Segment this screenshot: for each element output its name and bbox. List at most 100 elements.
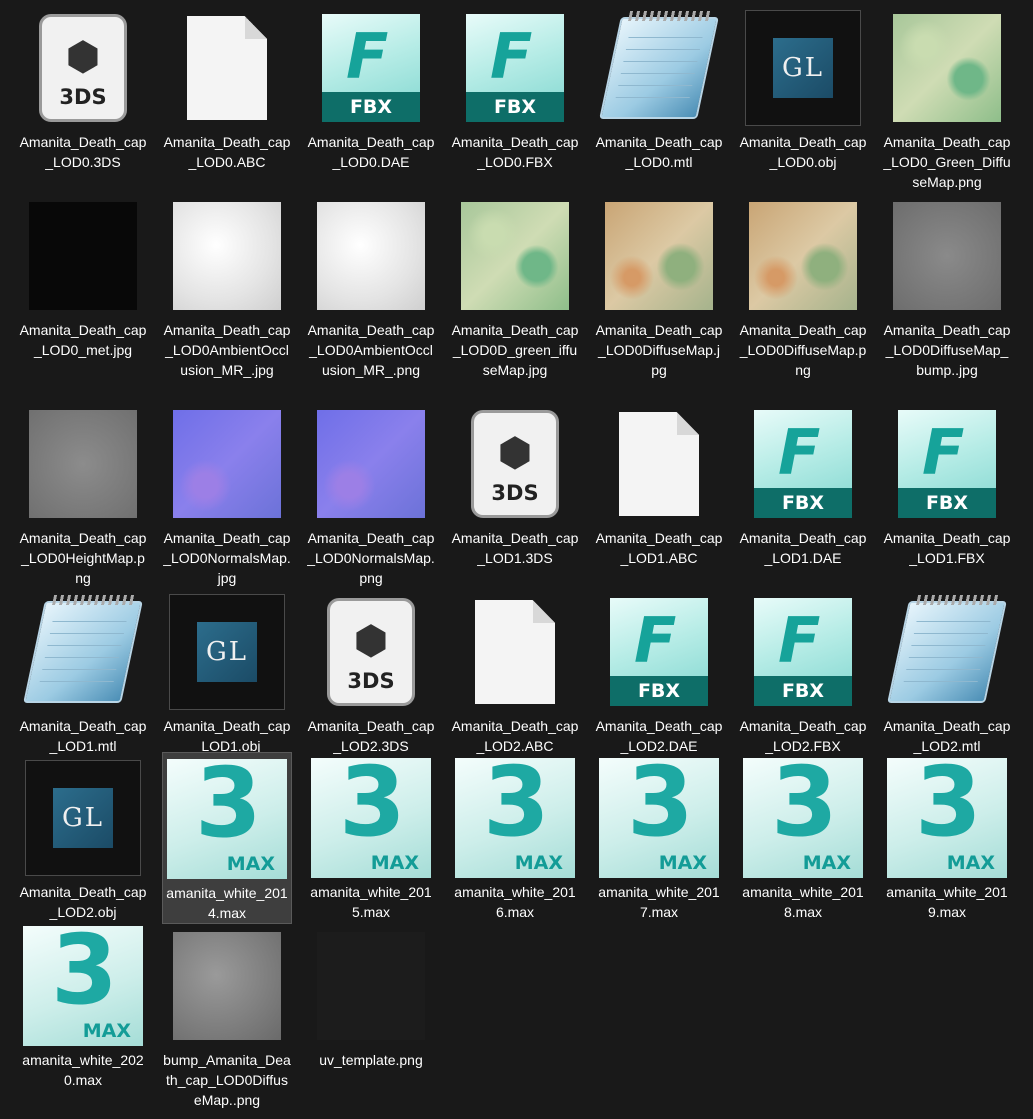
file-name: Amanita_Death_cap_LOD0_Green_DiffuseMap.… [883,134,1011,190]
file-name: amanita_white_2017.max [598,884,720,920]
fbx-icon-text: FBX [466,92,564,122]
file-item[interactable]: Amanita_Death_cap_LOD0NormalsMap.jpg [162,398,292,588]
file-item[interactable]: uv_template.png [306,920,436,1070]
file-name: Amanita_Death_cap_LOD0.obj [739,134,867,170]
file-item[interactable]: bump_Amanita_Death_cap_LOD0DiffuseMap..p… [162,920,292,1110]
file-item[interactable]: 3 MAX amanita_white_2020.max [18,920,148,1090]
file-thumbnail [887,8,1007,128]
file-item[interactable]: GL Amanita_Death_cap_LOD0.obj [738,2,868,172]
texture-thumbnail [317,202,425,310]
file-name: amanita_white_2016.max [454,884,576,920]
file-thumbnail: 3 MAX [455,758,575,878]
3dsmax-icon: 3 MAX [167,759,287,879]
file-item[interactable]: Amanita_Death_cap_LOD0.ABC [162,2,292,172]
file-thumbnail: ⬢ 3DS [311,592,431,712]
file-item[interactable]: Amanita_Death_cap_LOD0DiffuseMap.png [738,190,868,380]
file-name: Amanita_Death_cap_LOD0DiffuseMap.jpg [595,322,723,378]
file-item[interactable]: Amanita_Death_cap_LOD0HeightMap.png [18,398,148,588]
file-name: Amanita_Death_cap_LOD0NormalsMap.png [307,530,435,586]
file-thumbnail: GL [23,758,143,878]
file-item[interactable]: Amanita_Death_cap_LOD0AmbientOcclusion_M… [306,190,436,380]
file-item[interactable]: F FBX Amanita_Death_cap_LOD1.FBX [882,398,1012,568]
file-thumbnail [311,926,431,1046]
file-name: Amanita_Death_cap_LOD0.mtl [595,134,723,170]
fbx-icon: F FBX [754,410,852,518]
file-item[interactable]: 3 MAX amanita_white_2016.max [450,752,580,922]
3dsmax-icon: 3 MAX [23,926,143,1046]
texture-thumbnail [29,410,137,518]
max-icon-text: MAX [226,853,275,875]
file-name: Amanita_Death_cap_LOD2.obj [19,884,147,920]
notepad-icon [23,601,143,703]
file-item[interactable]: 3 MAX amanita_white_2017.max [594,752,724,922]
file-item[interactable]: Amanita_Death_cap_LOD0.mtl [594,2,724,172]
file-item[interactable]: GL Amanita_Death_cap_LOD1.obj [162,586,292,756]
file-thumbnail [599,404,719,524]
opengl-icon-text: GL [53,788,113,848]
file-item[interactable]: Amanita_Death_cap_LOD2.ABC [450,586,580,756]
file-item[interactable]: F FBX Amanita_Death_cap_LOD0.DAE [306,2,436,172]
file-thumbnail [311,196,431,316]
3dsmax-icon: 3 MAX [311,758,431,878]
texture-thumbnail [749,202,857,310]
file-item[interactable]: ⬢ 3DS Amanita_Death_cap_LOD1.3DS [450,398,580,568]
file-thumbnail [743,196,863,316]
file-item[interactable]: F FBX Amanita_Death_cap_LOD0.FBX [450,2,580,172]
file-thumbnail [167,196,287,316]
opengl-icon: GL [169,594,285,710]
file-name: Amanita_Death_cap_LOD0DiffuseMap.png [739,322,867,378]
file-item[interactable]: Amanita_Death_cap_LOD2.mtl [882,586,1012,756]
texture-thumbnail [173,932,281,1040]
file-item[interactable]: 3 MAX amanita_white_2015.max [306,752,436,922]
file-item[interactable]: 3 MAX amanita_white_2018.max [738,752,868,922]
file-name: Amanita_Death_cap_LOD0.DAE [307,134,435,170]
file-thumbnail: GL [743,8,863,128]
blank-file-icon [619,412,699,516]
file-thumbnail [455,196,575,316]
file-item[interactable]: Amanita_Death_cap_LOD1.ABC [594,398,724,568]
file-item[interactable]: Amanita_Death_cap_LOD0AmbientOcclusion_M… [162,190,292,380]
file-thumbnail: F FBX [599,592,719,712]
file-thumbnail [23,592,143,712]
file-item[interactable]: ⬢ 3DS Amanita_Death_cap_LOD2.3DS [306,586,436,756]
file-thumbnail: F FBX [455,8,575,128]
3ds-icon-text: 3DS [491,481,539,505]
fbx-icon-text: FBX [754,488,852,518]
3dsmax-icon: 3 MAX [455,758,575,878]
fbx-icon-text: FBX [754,676,852,706]
file-item[interactable]: Amanita_Death_cap_LOD0D_green_iffuseMap.… [450,190,580,380]
file-name: Amanita_Death_cap_LOD0D_green_iffuseMap.… [451,322,579,378]
texture-thumbnail [317,410,425,518]
file-item[interactable]: Amanita_Death_cap_LOD0DiffuseMap_bump..j… [882,190,1012,380]
file-item[interactable]: Amanita_Death_cap_LOD0DiffuseMap.jpg [594,190,724,380]
texture-thumbnail [605,202,713,310]
file-item[interactable]: F FBX Amanita_Death_cap_LOD2.FBX [738,586,868,756]
file-item[interactable]: Amanita_Death_cap_LOD0NormalsMap.png [306,398,436,588]
file-thumbnail: F FBX [743,592,863,712]
file-item[interactable]: 3 MAX amanita_white_2014.max [162,752,292,924]
file-item[interactable]: F FBX Amanita_Death_cap_LOD2.DAE [594,586,724,756]
texture-thumbnail [893,202,1001,310]
file-thumbnail [455,592,575,712]
fbx-icon-text: FBX [322,92,420,122]
file-item[interactable]: Amanita_Death_cap_LOD0_Green_DiffuseMap.… [882,2,1012,192]
blank-file-icon [187,16,267,120]
file-name: Amanita_Death_cap_LOD0.3DS [19,134,147,170]
file-item[interactable]: 3 MAX amanita_white_2019.max [882,752,1012,922]
file-item[interactable]: ⬢ 3DS Amanita_Death_cap_LOD0.3DS [18,2,148,172]
file-item[interactable]: GL Amanita_Death_cap_LOD2.obj [18,752,148,922]
file-item[interactable]: F FBX Amanita_Death_cap_LOD1.DAE [738,398,868,568]
notepad-icon [887,601,1007,703]
max-icon-text: MAX [946,852,995,874]
3ds-icon: ⬢ 3DS [327,598,415,706]
file-thumbnail [887,592,1007,712]
file-thumbnail [23,196,143,316]
3ds-icon: ⬢ 3DS [39,14,127,122]
file-item[interactable]: Amanita_Death_cap_LOD0_met.jpg [18,190,148,360]
opengl-icon: GL [745,10,861,126]
blank-file-icon [475,600,555,704]
file-thumbnail: ⬢ 3DS [455,404,575,524]
file-name: Amanita_Death_cap_LOD0NormalsMap.jpg [163,530,291,586]
file-item[interactable]: Amanita_Death_cap_LOD1.mtl [18,586,148,756]
max-icon-text: MAX [82,1020,131,1042]
